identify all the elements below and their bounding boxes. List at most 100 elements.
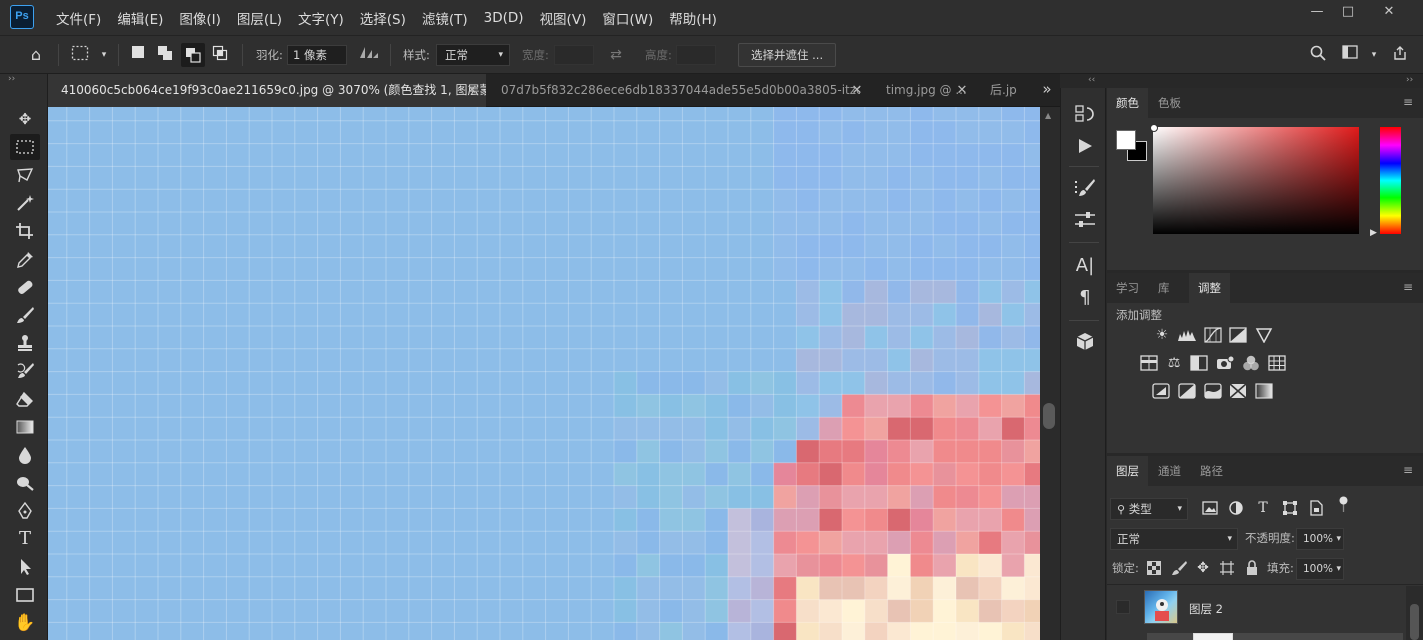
menu-item-2[interactable]: 图像(I) <box>171 8 229 28</box>
move-tool-icon[interactable]: ✥ <box>10 106 40 132</box>
tab-libraries[interactable]: 库 <box>1149 273 1179 303</box>
tab-channels[interactable]: 通道 <box>1149 456 1190 486</box>
close-icon[interactable]: ✕ <box>464 74 480 107</box>
menu-item-7[interactable]: 3D(D) <box>476 10 532 26</box>
blend-mode-select[interactable]: 正常 ▾ <box>1110 528 1238 550</box>
tab-overflow-button[interactable]: » <box>1036 74 1058 107</box>
tab-color[interactable]: 颜色 <box>1107 88 1148 118</box>
canvas[interactable] <box>48 107 1040 640</box>
subtract-selection-icon[interactable] <box>181 43 205 67</box>
tab-document-1[interactable]: 410060c5cb064ce19f93c0ae211659c0.jpg @ 3… <box>48 74 486 107</box>
select-and-mask-button[interactable]: 选择并遮住 ... <box>738 43 837 67</box>
blur-tool-icon[interactable] <box>10 442 40 468</box>
hue-slider-handle[interactable]: ▶ <box>1370 228 1377 238</box>
vibrance-icon[interactable] <box>1254 325 1274 345</box>
scroll-up-icon[interactable]: ▲ <box>1045 111 1051 120</box>
share-icon[interactable] <box>1390 45 1410 65</box>
type-tool-icon[interactable]: T <box>10 526 40 552</box>
brightness-icon[interactable]: ☀ <box>1152 325 1172 345</box>
height-input[interactable] <box>676 45 716 65</box>
chevron-down-icon[interactable]: ▾ <box>94 45 114 65</box>
tab-paths[interactable]: 路径 <box>1191 456 1232 486</box>
filter-toggle-icon[interactable] <box>1339 496 1348 512</box>
home-icon[interactable]: ⌂ <box>26 45 46 65</box>
paragraph-icon[interactable]: ¶ <box>1073 286 1097 310</box>
search-icon[interactable] <box>1308 45 1328 65</box>
channel-mixer-icon[interactable] <box>1241 353 1261 373</box>
filter-type-icon[interactable]: T <box>1253 498 1273 518</box>
posterize-icon[interactable] <box>1177 381 1197 401</box>
menu-item-6[interactable]: 滤镜(T) <box>414 8 476 28</box>
scrollbar-thumb[interactable] <box>1410 604 1419 640</box>
visibility-toggle[interactable] <box>1116 600 1130 614</box>
dodge-tool-icon[interactable] <box>10 470 40 496</box>
marquee-tool-icon[interactable] <box>10 134 40 160</box>
close-icon[interactable]: ✕ <box>849 74 865 107</box>
path-select-icon[interactable] <box>10 554 40 580</box>
invert-icon[interactable] <box>1151 381 1171 401</box>
rectangle-tool-icon[interactable] <box>10 582 40 608</box>
lock-pixels-icon[interactable] <box>1169 558 1189 578</box>
panel-menu-icon[interactable]: ≡ <box>1403 281 1413 293</box>
eraser-tool-icon[interactable] <box>10 386 40 412</box>
eyedropper-icon[interactable] <box>10 246 40 272</box>
color-field[interactable] <box>1153 127 1359 234</box>
filter-smart-object-icon[interactable] <box>1306 498 1326 518</box>
actions-play-icon[interactable] <box>1073 134 1097 158</box>
chevron-down-icon[interactable]: ▾ <box>1364 45 1384 65</box>
lock-artboard-icon[interactable] <box>1217 558 1237 578</box>
color-balance-icon[interactable]: ⚖ <box>1164 353 1184 373</box>
menu-item-8[interactable]: 视图(V) <box>532 8 595 28</box>
tab-swatches[interactable]: 色板 <box>1149 88 1190 118</box>
collapse-icon[interactable]: ›› <box>8 74 15 84</box>
threshold-icon[interactable] <box>1203 381 1223 401</box>
tab-layers[interactable]: 图层 <box>1107 456 1148 486</box>
menu-item-4[interactable]: 文字(Y) <box>290 8 352 28</box>
foreground-color-swatch[interactable] <box>1116 130 1136 150</box>
crop-tool-icon[interactable] <box>10 218 40 244</box>
menu-item-1[interactable]: 编辑(E) <box>109 8 171 28</box>
intersect-selection-icon[interactable] <box>210 45 230 65</box>
lock-all-icon[interactable] <box>1242 558 1262 578</box>
adjustments-sliders-icon[interactable] <box>1073 208 1097 232</box>
exposure-icon[interactable] <box>1228 325 1248 345</box>
black-white-icon[interactable] <box>1189 353 1209 373</box>
layer-row[interactable]: 图层 2 <box>1107 586 1403 630</box>
menu-item-10[interactable]: 帮助(H) <box>661 8 725 28</box>
opacity-input[interactable]: 100% ▾ <box>1296 528 1344 550</box>
collapse-icon[interactable]: ‹‹ <box>1088 75 1095 85</box>
curves-icon[interactable] <box>1203 325 1223 345</box>
layer-name[interactable]: 图层 2 <box>1189 601 1223 617</box>
levels-icon[interactable] <box>1177 325 1197 345</box>
layers-scrollbar[interactable] <box>1406 586 1423 640</box>
fill-input[interactable]: 100% ▾ <box>1296 558 1344 580</box>
character-icon[interactable]: A| <box>1073 254 1097 278</box>
collapse-icon[interactable]: ›› <box>1406 75 1413 85</box>
antialias-icon[interactable] <box>358 45 380 65</box>
gradient-tool-icon[interactable] <box>10 414 40 440</box>
menu-item-3[interactable]: 图层(L) <box>229 8 290 28</box>
menu-item-9[interactable]: 窗口(W) <box>594 8 661 28</box>
3d-icon[interactable] <box>1073 330 1097 354</box>
hand-tool-icon[interactable]: ✋ <box>10 610 40 636</box>
filter-shape-icon[interactable] <box>1280 498 1300 518</box>
close-icon[interactable]: ✕ <box>954 74 970 107</box>
close-button[interactable]: ✕ <box>1369 2 1409 22</box>
swap-icon[interactable]: ⇄ <box>606 45 626 65</box>
new-selection-icon[interactable] <box>128 45 148 65</box>
panel-menu-icon[interactable]: ≡ <box>1403 464 1413 476</box>
filter-adjustment-icon[interactable] <box>1226 498 1246 518</box>
pen-tool-icon[interactable] <box>10 498 40 524</box>
add-selection-icon[interactable] <box>155 45 175 65</box>
lasso-tool-icon[interactable] <box>10 162 40 188</box>
layer-row-selected[interactable] <box>1147 633 1403 640</box>
lock-position-icon[interactable]: ✥ <box>1193 558 1213 578</box>
color-lookup-icon[interactable] <box>1267 353 1287 373</box>
history-icon[interactable] <box>1073 102 1097 126</box>
hue-saturation-icon[interactable] <box>1139 353 1159 373</box>
style-select[interactable]: 正常 ▾ <box>436 44 510 66</box>
brush-tool-icon[interactable] <box>10 302 40 328</box>
selective-color-icon[interactable] <box>1228 381 1248 401</box>
marquee-preset-icon[interactable] <box>70 45 90 65</box>
menu-item-0[interactable]: 文件(F) <box>48 8 109 28</box>
